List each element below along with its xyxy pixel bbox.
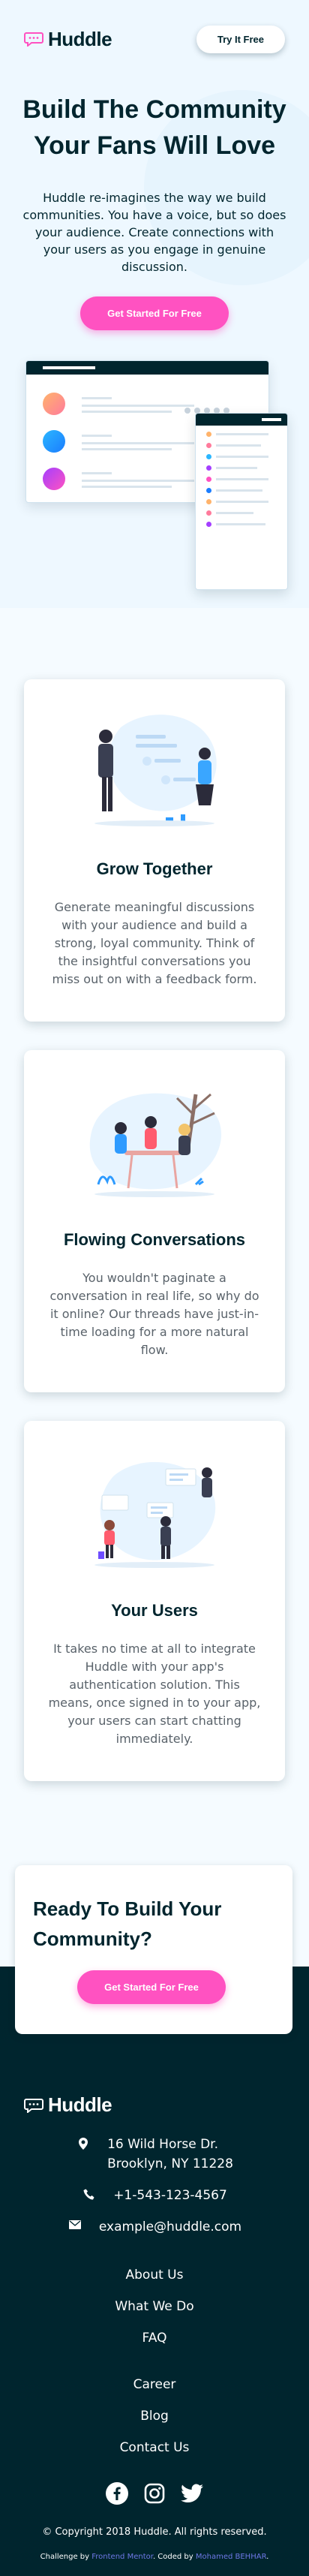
feature-description: It takes no time at all to integrate Hud… (48, 1642, 261, 1746)
cta-card: Ready To Build Your Community? Get Start… (15, 1865, 292, 2034)
copyright-text: © Copyright 2018 Huddle. All rights rese… (42, 2526, 267, 2538)
footer-link-faq[interactable]: FAQ (24, 2330, 285, 2346)
top-nav: Huddle Try It Free (0, 24, 309, 54)
feature-title: Grow Together (96, 859, 213, 878)
grow-together-illustration (76, 705, 233, 832)
hero-title: Build The Community Your Fans Will Love (22, 95, 286, 160)
hero-description: Huddle re-imagines the way we build comm… (22, 191, 286, 274)
brand-logo[interactable]: Huddle (24, 28, 112, 51)
phone-row: +1-543-123-4567 (24, 2186, 285, 2205)
page: Huddle Try It Free Build The Community Y… (0, 0, 309, 2576)
get-started-button[interactable]: Get Started For Free (80, 296, 229, 330)
footer-brand-name: Huddle (48, 2093, 112, 2116)
avatar (43, 393, 65, 415)
your-users-illustration (76, 1446, 233, 1574)
feature-title: Your Users (111, 1601, 198, 1620)
avatar (43, 468, 65, 490)
frontend-mentor-link[interactable]: Frontend Mentor (92, 2553, 153, 2561)
feature-card-grow-together: Grow Together Generate meaningful discus… (24, 679, 285, 1022)
try-it-free-button[interactable]: Try It Free (196, 25, 285, 53)
footer-links-secondary: Career Blog Contact Us (24, 2376, 285, 2456)
feature-card-flowing-conversations: Flowing Conversations You wouldn't pagin… (24, 1050, 285, 1392)
attribution: Challenge by Frontend Mentor. Coded by M… (24, 2553, 285, 2561)
footer-brand-logo[interactable]: Huddle (24, 2093, 285, 2117)
site-footer: Huddle 16 Wild Horse Dr. Brooklyn, NY 11… (0, 2090, 309, 2576)
brand-name: Huddle (48, 27, 112, 50)
footer-links-primary: About Us What We Do FAQ (24, 2267, 285, 2346)
feature-description: You wouldn't paginate a conversation in … (50, 1271, 260, 1357)
footer-link-blog[interactable]: Blog (24, 2408, 285, 2424)
footer-link-what-we-do[interactable]: What We Do (24, 2298, 285, 2315)
address-line-1: 16 Wild Horse Dr. (107, 2137, 218, 2152)
contact-info: 16 Wild Horse Dr. Brooklyn, NY 11228 +1-… (24, 2135, 285, 2237)
phone-icon (82, 2186, 97, 2201)
social-links (24, 2481, 285, 2505)
address-line-2: Brooklyn, NY 11228 (107, 2156, 233, 2171)
attribution-mid: . Coded by (152, 2553, 194, 2561)
location-pin-icon (76, 2135, 91, 2150)
chat-bubble-logo-icon (24, 2098, 44, 2113)
cta-get-started-button[interactable]: Get Started For Free (77, 1970, 226, 2004)
feature-title: Flowing Conversations (63, 1230, 246, 1249)
features-section: Grow Together Generate meaningful discus… (0, 608, 309, 1855)
facebook-icon[interactable] (105, 2481, 129, 2505)
footer-link-about-us[interactable]: About Us (24, 2267, 285, 2283)
footer-link-contact-us[interactable]: Contact Us (24, 2439, 285, 2456)
attribution-suffix: . (266, 2553, 269, 2561)
instagram-icon[interactable] (142, 2481, 166, 2505)
attribution-prefix: Challenge by (40, 2553, 90, 2561)
mobile-screen-mockup (195, 413, 288, 590)
email-row: example@huddle.com (24, 2217, 285, 2237)
hero-section: Huddle Try It Free Build The Community Y… (0, 0, 309, 608)
footer-link-career[interactable]: Career (24, 2376, 285, 2393)
cta-title: Ready To Build Your Community? (33, 1897, 222, 1950)
feature-description: Generate meaningful discussions with you… (52, 900, 257, 986)
address-row: 16 Wild Horse Dr. Brooklyn, NY 11228 (24, 2135, 285, 2174)
flowing-conversations-illustration (76, 1076, 233, 1203)
phone-number[interactable]: +1-543-123-4567 (113, 2186, 227, 2205)
chat-bubble-logo-icon (24, 32, 44, 47)
envelope-icon (68, 2217, 82, 2229)
author-link[interactable]: Mohamed BEHHAR (196, 2553, 266, 2561)
twitter-icon[interactable] (180, 2481, 204, 2505)
avatar (43, 430, 65, 453)
app-mockup-illustration (26, 360, 288, 590)
feature-card-your-users: Your Users It takes no time at all to in… (24, 1421, 285, 1781)
cta-section: Ready To Build Your Community? Get Start… (0, 1865, 309, 2090)
email-address[interactable]: example@huddle.com (99, 2217, 242, 2237)
